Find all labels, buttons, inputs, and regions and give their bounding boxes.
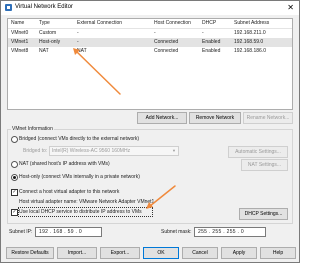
annotation-arrows	[73, 48, 176, 209]
annotation-arrowhead	[146, 202, 153, 209]
annotation-arrow-shaft	[149, 185, 176, 207]
annotation-arrow-shaft	[76, 51, 121, 95]
